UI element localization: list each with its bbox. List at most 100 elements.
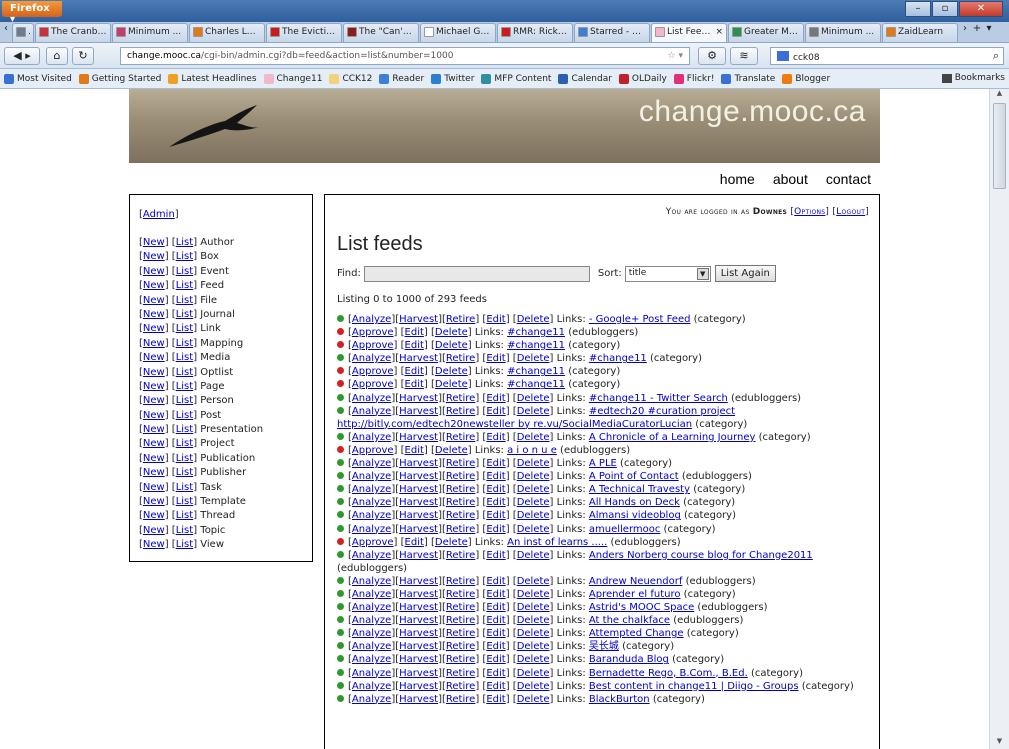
bookmark-item[interactable]: Latest Headlines (168, 73, 257, 84)
browser-tab[interactable]: Starred - Go... (574, 23, 650, 42)
feed-action-analyze[interactable]: Analyze (352, 393, 391, 404)
scrollbar-thumb[interactable] (993, 103, 1006, 189)
feed-action-edit[interactable]: Edit (486, 353, 505, 364)
browser-tab[interactable]: The Cranbe... (35, 23, 111, 42)
rss-icon[interactable]: ≋ (730, 47, 758, 65)
search-input[interactable]: cck08 ⌕ (770, 47, 1004, 65)
feed-action-retire[interactable]: Retire (446, 668, 475, 679)
feed-action-retire[interactable]: Retire (446, 458, 475, 469)
new-link[interactable]: New (143, 410, 165, 421)
bookmarks-menu-button[interactable]: Bookmarks (941, 73, 1005, 83)
feed-action-edit[interactable]: Edit (486, 497, 505, 508)
feed-title-link[interactable]: Bernadette Rego, B.Com., B.Ed. (589, 668, 748, 679)
addon-icon[interactable]: ⚙ (698, 47, 726, 65)
tab-scroll-left-icon[interactable]: ‹ (0, 23, 12, 42)
feed-action-analyze[interactable]: Analyze (352, 524, 391, 535)
page-scrollbar[interactable]: ▲ ▼ (989, 89, 1009, 749)
url-bar[interactable]: change.mooc.ca/cgi-bin/admin.cgi?db=feed… (120, 47, 690, 65)
feed-action-retire[interactable]: Retire (446, 524, 475, 535)
feed-action-retire[interactable]: Retire (446, 628, 475, 639)
feed-action-harvest[interactable]: Harvest (399, 484, 438, 495)
feed-action-delete[interactable]: Delete (517, 615, 550, 626)
feed-title-link[interactable]: An inst of learns ..... (507, 537, 607, 548)
list-link[interactable]: List (176, 525, 193, 536)
feed-action-delete[interactable]: Delete (517, 641, 550, 652)
feed-action-harvest[interactable]: Harvest (399, 550, 438, 561)
feed-action-edit[interactable]: Edit (486, 641, 505, 652)
feed-action-approve[interactable]: Approve (352, 379, 394, 390)
maximize-icon[interactable]: ▫ (932, 1, 958, 17)
new-link[interactable]: New (143, 395, 165, 406)
feed-action-edit[interactable]: Edit (486, 314, 505, 325)
feed-action-edit[interactable]: Edit (486, 471, 505, 482)
feed-action-edit[interactable]: Edit (486, 510, 505, 521)
feed-action-retire[interactable]: Retire (446, 497, 475, 508)
feed-action-edit[interactable]: Edit (486, 602, 505, 613)
feed-action-harvest[interactable]: Harvest (399, 615, 438, 626)
feed-action-edit[interactable]: Edit (486, 628, 505, 639)
tab-list-icon[interactable]: ▾ (983, 23, 995, 42)
bookmark-item[interactable]: Getting Started (78, 73, 161, 84)
feed-action-retire[interactable]: Retire (446, 510, 475, 521)
feed-title-link[interactable]: BlackBurton (589, 694, 650, 705)
feed-action-edit[interactable]: Edit (486, 432, 505, 443)
list-link[interactable]: List (176, 510, 193, 521)
feed-action-retire[interactable]: Retire (446, 681, 475, 692)
feed-action-edit[interactable]: Edit (486, 615, 505, 626)
feed-title-link[interactable]: #change11 - Twitter Search (589, 393, 728, 404)
feed-action-harvest[interactable]: Harvest (399, 406, 438, 417)
close-window-icon[interactable]: ✕ (959, 1, 1003, 17)
feed-action-harvest[interactable]: Harvest (399, 432, 438, 443)
feed-action-edit[interactable]: Edit (405, 366, 424, 377)
new-link[interactable]: New (143, 251, 165, 262)
feed-action-delete[interactable]: Delete (517, 314, 550, 325)
admin-link[interactable]: Admin (143, 209, 175, 220)
feed-action-delete[interactable]: Delete (517, 576, 550, 587)
browser-tab[interactable]: List Feed... × (651, 23, 727, 42)
feed-title-link[interactable]: A Point of Contact (589, 471, 679, 482)
browser-tab[interactable]: The Evictio... (266, 23, 342, 42)
feed-action-harvest[interactable]: Harvest (399, 393, 438, 404)
search-engine-icon[interactable] (777, 51, 789, 61)
feed-action-edit[interactable]: Edit (486, 654, 505, 665)
feed-action-retire[interactable]: Retire (446, 615, 475, 626)
list-link[interactable]: List (176, 323, 193, 334)
feed-action-retire[interactable]: Retire (446, 589, 475, 600)
list-link[interactable]: List (176, 251, 193, 262)
feed-title-link[interactable]: 吴长城 (589, 641, 619, 652)
feed-action-analyze[interactable]: Analyze (352, 353, 391, 364)
feed-action-analyze[interactable]: Analyze (352, 681, 391, 692)
feed-action-delete[interactable]: Delete (517, 589, 550, 600)
feed-action-analyze[interactable]: Analyze (352, 694, 391, 705)
feed-action-analyze[interactable]: Analyze (352, 615, 391, 626)
feed-action-harvest[interactable]: Harvest (399, 628, 438, 639)
feed-title-link[interactable]: All Hands on Deck (589, 497, 680, 508)
feed-title-link[interactable]: Almansi videoblog (589, 510, 681, 521)
feed-title-link[interactable]: A Technical Travesty (589, 484, 690, 495)
feed-action-retire[interactable]: Retire (446, 432, 475, 443)
feed-title-link[interactable]: Baranduda Blog (589, 654, 669, 665)
feed-action-edit[interactable]: Edit (486, 668, 505, 679)
feed-action-retire[interactable]: Retire (446, 353, 475, 364)
feed-action-analyze[interactable]: Analyze (352, 589, 391, 600)
feed-action-analyze[interactable]: Analyze (352, 432, 391, 443)
firefox-menu-button[interactable]: Firefox ▾ (2, 1, 62, 25)
bookmark-item[interactable]: Most Visited (4, 73, 72, 84)
feed-action-analyze[interactable]: Analyze (352, 576, 391, 587)
feed-action-delete[interactable]: Delete (517, 510, 550, 521)
feed-title-link[interactable]: #change11 (507, 379, 565, 390)
feed-action-harvest[interactable]: Harvest (399, 314, 438, 325)
new-link[interactable]: New (143, 467, 165, 478)
feed-action-harvest[interactable]: Harvest (399, 458, 438, 469)
list-link[interactable]: List (176, 309, 193, 320)
find-input[interactable] (363, 265, 590, 282)
list-link[interactable]: List (176, 266, 193, 277)
feed-action-edit[interactable]: Edit (486, 458, 505, 469)
list-link[interactable]: List (176, 467, 193, 478)
close-tab-icon[interactable]: × (715, 27, 723, 37)
list-link[interactable]: List (176, 482, 193, 493)
new-link[interactable]: New (143, 266, 165, 277)
feed-action-harvest[interactable]: Harvest (399, 497, 438, 508)
feed-action-delete[interactable]: Delete (517, 602, 550, 613)
feed-action-harvest[interactable]: Harvest (399, 602, 438, 613)
